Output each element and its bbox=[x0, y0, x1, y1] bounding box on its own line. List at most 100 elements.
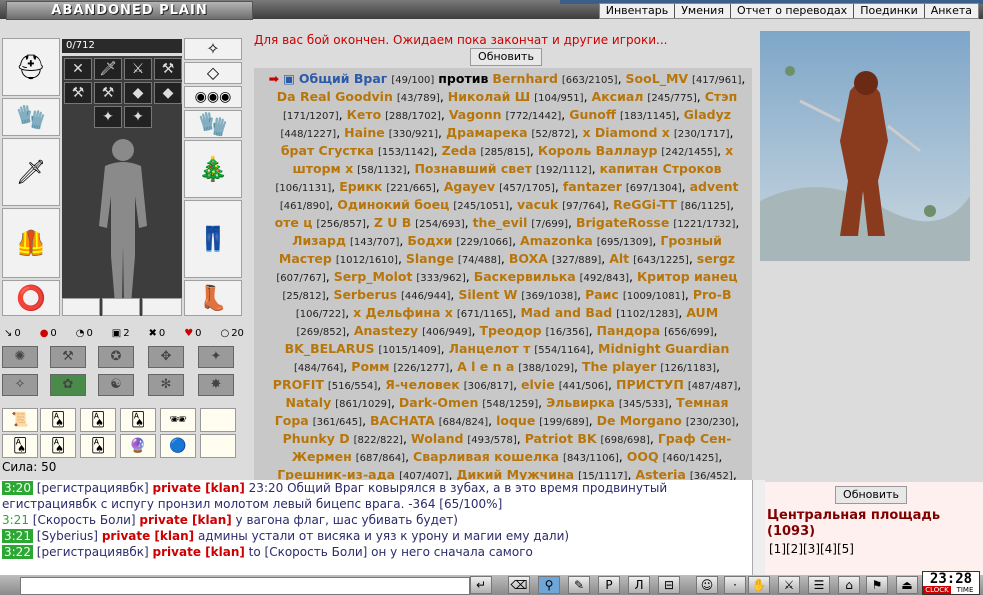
fighter-name[interactable]: advent bbox=[690, 179, 739, 194]
chat-sender[interactable]: [Скорость Боли] bbox=[33, 513, 136, 527]
bracers-slot[interactable]: 🧤 bbox=[2, 98, 60, 136]
fighter-name[interactable]: Король Валлаур bbox=[538, 143, 658, 158]
bag-slot[interactable]: 🗡 bbox=[94, 58, 122, 80]
menu-transfers[interactable]: Отчет о переводах bbox=[729, 4, 853, 18]
fighter-name[interactable]: fantazer bbox=[563, 179, 622, 194]
chat-sender[interactable]: [регистрациявбк] bbox=[37, 481, 149, 495]
fighter-name[interactable]: Ланцелот т bbox=[449, 341, 531, 356]
refresh-button[interactable]: Обновить bbox=[470, 48, 542, 66]
fighter-name[interactable]: BrigateRosse bbox=[576, 215, 669, 230]
fighter-name[interactable]: Грешник-из-ада bbox=[277, 467, 395, 480]
fighter-name[interactable]: OOQ bbox=[627, 449, 659, 464]
amulet-slot[interactable]: ◇ bbox=[184, 62, 242, 84]
boots-slot[interactable]: 👢 bbox=[184, 280, 242, 316]
skill-slot[interactable]: ✿ bbox=[50, 374, 86, 396]
filter-icon[interactable]: ⚲ bbox=[538, 576, 560, 594]
fighter-name[interactable]: оте ц bbox=[275, 215, 313, 230]
eraser-icon[interactable]: ⌫ bbox=[508, 576, 530, 594]
fighter-name[interactable]: Gladyz bbox=[684, 107, 731, 122]
fighter-name[interactable]: PROFIT bbox=[273, 377, 324, 392]
fighter-name[interactable]: AUM bbox=[686, 305, 718, 320]
send-icon[interactable]: ↵ bbox=[470, 576, 492, 594]
location-pages[interactable]: [1][2][3][4][5] bbox=[769, 542, 854, 556]
fighter-name[interactable]: Asteria bbox=[635, 467, 685, 480]
earring-slot[interactable]: ✧ bbox=[184, 38, 242, 60]
bag-slot[interactable]: ⚒ bbox=[64, 82, 92, 104]
scroll-slot[interactable]: 🂡 bbox=[40, 408, 76, 432]
menu-profile[interactable]: Анкета bbox=[923, 4, 978, 18]
translit-icon[interactable]: Л bbox=[628, 576, 650, 594]
scroll-slot[interactable]: 🔮 bbox=[120, 434, 156, 458]
scroll-slot[interactable]: 🂡 bbox=[40, 434, 76, 458]
chat-time[interactable]: 3:22 bbox=[2, 545, 33, 559]
bag-slot[interactable]: ◆ bbox=[124, 82, 152, 104]
empty-slot[interactable] bbox=[142, 298, 182, 316]
helmet-slot[interactable]: ⛑ bbox=[2, 38, 60, 96]
edit-icon[interactable]: ✎ bbox=[568, 576, 590, 594]
skill-slot[interactable]: ⚒ bbox=[50, 346, 86, 368]
fighter-name[interactable]: Ромм bbox=[351, 359, 389, 374]
fighter-name[interactable]: Agayev bbox=[444, 179, 495, 194]
fighter-name[interactable]: Ерикк bbox=[339, 179, 382, 194]
fighter-name[interactable]: Nataly bbox=[286, 395, 332, 410]
skill-slot[interactable]: ✪ bbox=[98, 346, 134, 368]
fighter-name[interactable]: капитан Строков bbox=[600, 161, 722, 176]
fighter-name[interactable]: брат Сгустка bbox=[281, 143, 374, 158]
bag-slot[interactable]: ◆ bbox=[154, 82, 182, 104]
fighter-name[interactable]: Пандора bbox=[597, 323, 661, 338]
armor-slot[interactable]: 🦺 bbox=[2, 208, 60, 278]
fighter-name[interactable]: Anastezy bbox=[354, 323, 418, 338]
fighter-name[interactable]: Треодор bbox=[479, 323, 541, 338]
fighter-name[interactable]: vacuk bbox=[517, 197, 558, 212]
fighter-name[interactable]: Phunky D bbox=[283, 431, 350, 446]
weapon-slot[interactable]: 🗡 bbox=[2, 138, 60, 206]
scroll-slot[interactable]: 🂡 bbox=[2, 434, 38, 458]
skill-slot[interactable]: ✸ bbox=[198, 374, 234, 396]
skill-slot[interactable]: ✥ bbox=[148, 346, 184, 368]
hand-icon[interactable]: ✋ bbox=[748, 576, 770, 594]
fighter-name[interactable]: Бодхи bbox=[407, 233, 452, 248]
fighter-name[interactable]: Pro-B bbox=[693, 287, 732, 302]
scroll-slot[interactable]: 📜 bbox=[2, 408, 38, 432]
bag-slot[interactable]: ⚒ bbox=[94, 82, 122, 104]
fighter-name[interactable]: Vagonn bbox=[449, 107, 502, 122]
exit-icon[interactable]: ⏏ bbox=[896, 576, 918, 594]
fighter-name[interactable]: Midnight Guardian bbox=[598, 341, 729, 356]
fighter-name[interactable]: A l e n a bbox=[457, 359, 514, 374]
chat-time[interactable]: 3:21 bbox=[2, 513, 29, 527]
fighter-name[interactable]: the_evil bbox=[473, 215, 528, 230]
fighter-name[interactable]: Woland bbox=[411, 431, 464, 446]
skill-slot[interactable]: ✺ bbox=[2, 346, 38, 368]
empty-slot[interactable] bbox=[62, 298, 100, 316]
scroll-slot[interactable]: 🂡 bbox=[80, 434, 116, 458]
bag-slot[interactable]: ✦ bbox=[124, 106, 152, 128]
fighter-name[interactable]: Кето bbox=[347, 107, 382, 122]
fighter-name[interactable]: Serberus bbox=[333, 287, 397, 302]
fighter-name[interactable]: De Morgano bbox=[597, 413, 682, 428]
fighter-name[interactable]: Haine bbox=[344, 125, 385, 140]
fighter-name[interactable]: Z U B bbox=[374, 215, 411, 230]
bag-slot[interactable]: ✕ bbox=[64, 58, 92, 80]
belt-slot[interactable]: ⭕ bbox=[2, 280, 60, 316]
skill-slot[interactable]: ☯ bbox=[98, 374, 134, 396]
fighter-name[interactable]: Дикий Мужчина bbox=[456, 467, 574, 480]
fighter-name[interactable]: Познавший свет bbox=[414, 161, 531, 176]
refresh-location-button[interactable]: Обновить bbox=[835, 486, 907, 504]
fighter-name[interactable]: Dark-Omen bbox=[399, 395, 479, 410]
skill-slot[interactable]: ✦ bbox=[198, 346, 234, 368]
skill-slot[interactable]: ✧ bbox=[2, 374, 38, 396]
fighter-name[interactable]: Баскервилька bbox=[474, 269, 576, 284]
sunglasses-slot[interactable]: 🕶 bbox=[160, 408, 196, 432]
fighter-name[interactable]: Критор ианец bbox=[637, 269, 738, 284]
fighter-name[interactable]: Gunoff bbox=[569, 107, 616, 122]
scroll-slot[interactable] bbox=[200, 408, 236, 432]
fighter-name[interactable]: Сварливая кошелка bbox=[413, 449, 559, 464]
scroll-slot[interactable]: 🔵 bbox=[160, 434, 196, 458]
leggings-slot[interactable]: 👖 bbox=[184, 200, 242, 278]
tree-slot[interactable]: 🎄 bbox=[184, 140, 242, 198]
fighter-name[interactable]: BK_BELARUS bbox=[285, 341, 375, 356]
fighter-name[interactable]: Аксиал bbox=[592, 89, 644, 104]
scroll-slot[interactable]: 🂡 bbox=[120, 408, 156, 432]
chat-input[interactable] bbox=[20, 577, 470, 595]
fighter-name[interactable]: Da Real Goodvin bbox=[277, 89, 393, 104]
